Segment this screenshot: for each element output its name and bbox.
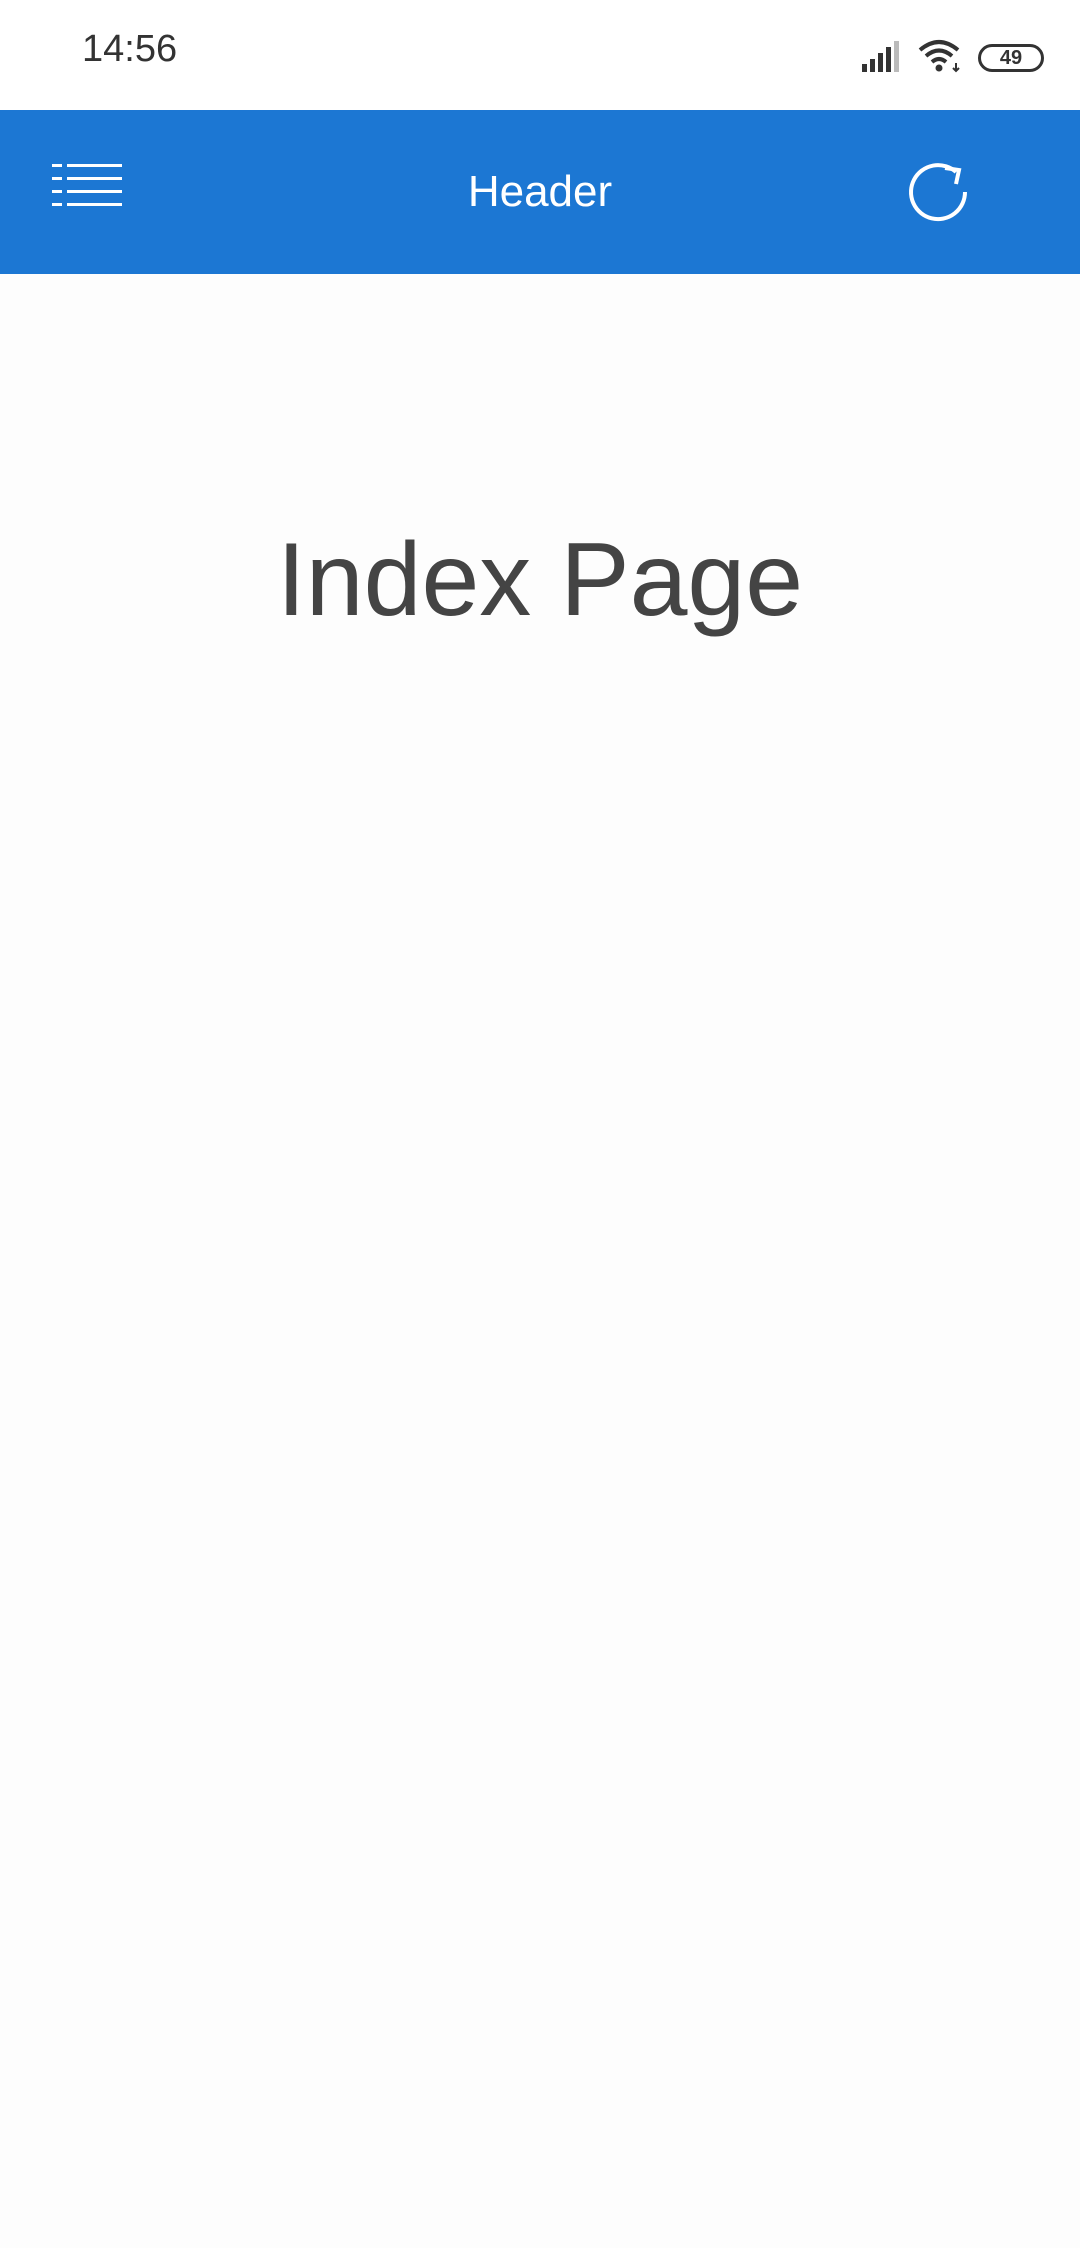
page-title: Index Page	[276, 522, 804, 638]
battery-icon: 49	[978, 44, 1044, 72]
status-icons: 49	[862, 39, 1044, 78]
app-screen: 14:56 49 Header Index Page	[0, 0, 1080, 2248]
refresh-button[interactable]	[904, 158, 972, 226]
signal-icon	[862, 40, 902, 77]
status-time: 14:56	[82, 28, 178, 70]
wifi-icon	[918, 39, 962, 78]
refresh-icon	[904, 163, 972, 230]
status-bar: 14:56 49	[0, 0, 1080, 110]
app-header: Header	[0, 110, 1080, 274]
battery-level: 49	[999, 47, 1023, 69]
